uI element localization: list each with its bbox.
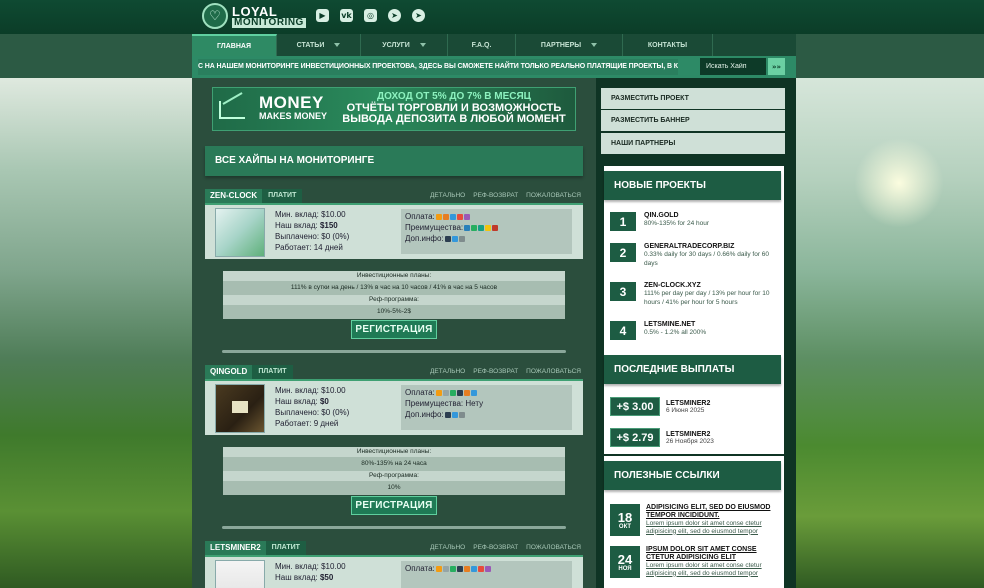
- payout-item[interactable]: +$ 3.00 LETSMINER2 6 Июня 2025: [610, 397, 710, 416]
- report-link[interactable]: Пожаловаться: [526, 192, 581, 199]
- banner-line3: ВЫВОДА ДЕПОЗИТА В ЛЮБОЙ МОМЕНТ: [342, 113, 566, 126]
- nav-services[interactable]: Услуги: [361, 34, 448, 56]
- project-info: Оплата: Преимущества: Доп.инфо:: [401, 209, 572, 254]
- instagram-icon[interactable]: ◎: [364, 9, 377, 22]
- logo-line2: MONITORING: [232, 16, 306, 28]
- min-deposit: Мин. вклад: $10.00: [275, 210, 346, 219]
- nav-articles[interactable]: Статьи: [277, 34, 361, 56]
- register-button[interactable]: РЕГИСТРАЦИЯ: [351, 320, 437, 339]
- investment-plans: Инвестиционные планы: 80%-135% на 24 час…: [223, 447, 565, 495]
- working-days: Работает: 14 дней: [275, 243, 343, 252]
- paid-out: Выплачено: $0 (0%): [275, 232, 350, 241]
- date-badge: 18 ОКТ: [610, 504, 640, 536]
- main-nav: Главная Статьи Услуги F.A.Q. Партнеры Ко…: [192, 34, 796, 56]
- our-partners-button[interactable]: Наши партнеры: [601, 133, 785, 154]
- ad-banner[interactable]: MONEY MAKES MONEY ДОХОД ОТ 5% ДО 7% В МЕ…: [212, 87, 576, 131]
- project-info: Оплата:: [401, 561, 572, 588]
- telegram-alt-icon[interactable]: ➤: [412, 9, 425, 22]
- paid-out: Выплачено: $0 (0%): [275, 408, 350, 417]
- chevron-down-icon: [334, 43, 341, 47]
- social-links: ▶ vk ◎ ➤ ➤: [316, 9, 425, 22]
- refback-link[interactable]: Реф-возврат: [473, 368, 518, 375]
- header: ♡ LOYAL MONITORING ▶ vk ◎ ➤ ➤: [0, 0, 984, 34]
- logo-icon: ♡: [202, 3, 228, 29]
- min-deposit: Мин. вклад: $10.00: [275, 386, 346, 395]
- vk-icon[interactable]: vk: [340, 9, 353, 22]
- min-deposit: Мин. вклад: $10.00: [275, 562, 346, 571]
- last-payouts-title: ПОСЛЕДНИЕ ВЫПЛАТЫ: [604, 355, 781, 384]
- project-name[interactable]: QINGOLD: [205, 365, 253, 379]
- list-item[interactable]: 2 GENERALTRADECORP.BIZ 0.33% daily for 30…: [610, 243, 784, 268]
- project-name[interactable]: ZEN-CLOCK: [205, 189, 263, 203]
- chart-arrow-icon: [219, 101, 245, 119]
- payout-amount: +$ 3.00: [610, 397, 660, 416]
- background-scenery-left: [0, 78, 192, 588]
- new-projects-title: НОВЫЕ ПРОЕКТЫ: [604, 171, 781, 200]
- divider: [222, 350, 566, 353]
- nav-contacts[interactable]: Контакты: [623, 34, 713, 56]
- status-badge: ПЛАТИТ: [262, 189, 303, 203]
- news-ticker: С НА НАШЕМ МОНИТОРИНГЕ ИНВЕСТИЦИОННЫХ ПР…: [198, 59, 678, 75]
- telegram-icon[interactable]: ➤: [388, 9, 401, 22]
- project-name[interactable]: LETSMINER2: [205, 541, 266, 555]
- details-link[interactable]: Детально: [430, 368, 465, 375]
- refback-link[interactable]: Реф-возврат: [473, 544, 518, 551]
- youtube-icon[interactable]: ▶: [316, 9, 329, 22]
- banner-brand-sub: MAKES MONEY: [259, 111, 328, 121]
- add-banner-button[interactable]: Разместить баннер: [601, 110, 785, 131]
- useful-links-title: ПОЛЕЗНЫЕ ССЫЛКИ: [604, 461, 781, 490]
- details-link[interactable]: Детально: [430, 192, 465, 199]
- working-days: Работает: 9 дней: [275, 419, 339, 428]
- status-badge: ПЛАТИТ: [252, 365, 293, 379]
- date-badge: 24 НОЯ: [610, 546, 640, 578]
- list-item[interactable]: 4 LETSMINE.NET 0.5% - 1.2% all 200%: [610, 321, 784, 340]
- status-badge: ПЛАТИТ: [265, 541, 306, 555]
- project-card-qingold: QINGOLD ПЛАТИТ Детально Реф-возврат Пожа…: [205, 365, 583, 435]
- link-item[interactable]: 18 ОКТ ADIPISICING ELIT, SED DO EIUSMOD T…: [610, 504, 781, 536]
- report-link[interactable]: Пожаловаться: [526, 544, 581, 551]
- project-card-letsminer2: LETSMINER2 ПЛАТИТ Детально Реф-возврат П…: [205, 541, 583, 588]
- banner-brand: MONEY: [259, 93, 324, 112]
- divider: [222, 526, 566, 529]
- section-title: ВСЕ ХАЙПЫ НА МОНИТОРИНГЕ: [205, 146, 583, 176]
- link-item[interactable]: 24 НОЯ IPSUM DOLOR SIT AMET CONSE CTETUR …: [610, 546, 781, 578]
- project-info: Оплата: Преимущества: Нету Доп.инфо:: [401, 385, 572, 430]
- list-item[interactable]: 1 QIN.GOLD 80%-135% for 24 hour: [610, 212, 784, 231]
- site-logo[interactable]: ♡ LOYAL MONITORING: [202, 3, 306, 29]
- nav-home[interactable]: Главная: [192, 34, 277, 56]
- nav-partners[interactable]: Партнеры: [516, 34, 623, 56]
- project-thumbnail[interactable]: [215, 560, 265, 588]
- project-thumbnail[interactable]: [215, 384, 265, 433]
- report-link[interactable]: Пожаловаться: [526, 368, 581, 375]
- our-deposit: Наш вклад: $150: [275, 221, 338, 230]
- chevron-down-icon: [591, 43, 598, 47]
- project-thumbnail[interactable]: [215, 208, 265, 257]
- payout-item[interactable]: +$ 2.79 LETSMINER2 26 Ноября 2023: [610, 428, 714, 447]
- project-card-zen-clock: ZEN-CLOCK ПЛАТИТ Детально Реф-возврат По…: [205, 189, 583, 259]
- logo-line1: LOYAL: [232, 3, 278, 19]
- refback-link[interactable]: Реф-возврат: [473, 192, 518, 199]
- search-input[interactable]: [700, 58, 766, 75]
- investment-plans: Инвестиционные планы: 111% в сутки на де…: [223, 271, 565, 319]
- payout-amount: +$ 2.79: [610, 428, 660, 447]
- details-link[interactable]: Детально: [430, 544, 465, 551]
- list-item[interactable]: 3 ZEN-CLOCK.XYZ 111% per day per day / 13…: [610, 282, 784, 307]
- nav-faq[interactable]: F.A.Q.: [448, 34, 516, 56]
- chevron-down-icon: [419, 43, 426, 47]
- our-deposit: Наш вклад: $0: [275, 397, 329, 406]
- add-project-button[interactable]: Разместить проект: [601, 88, 785, 109]
- background-scenery-right: [796, 78, 984, 588]
- our-deposit: Наш вклад: $50: [275, 573, 334, 582]
- search-button[interactable]: »»: [768, 58, 785, 75]
- register-button[interactable]: РЕГИСТРАЦИЯ: [351, 496, 437, 515]
